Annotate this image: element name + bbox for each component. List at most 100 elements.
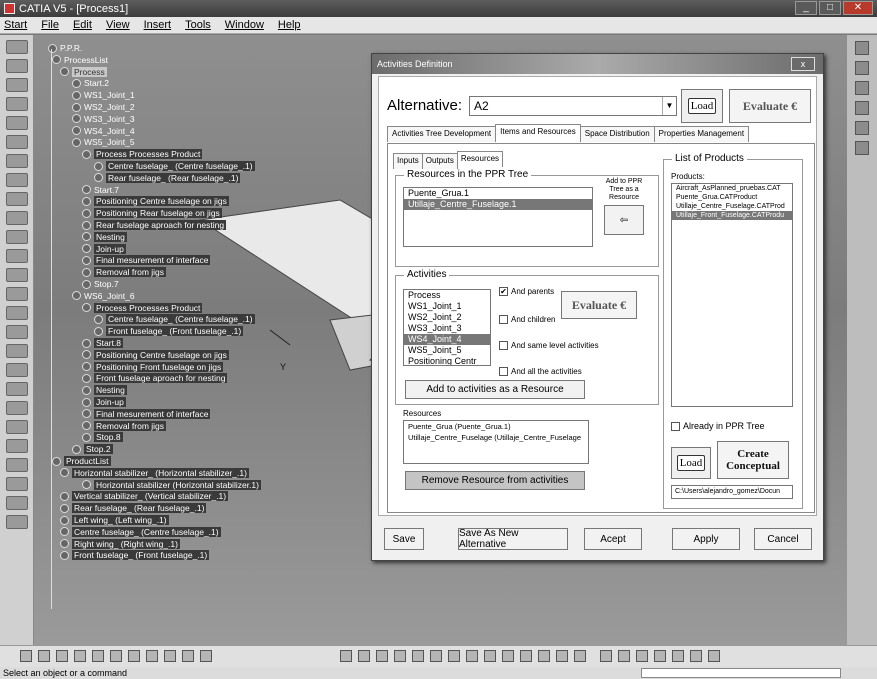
list-item[interactable]: Positioning Centr — [404, 356, 490, 365]
menu-edit[interactable]: Edit — [73, 19, 92, 31]
toolbar-icon[interactable] — [20, 650, 32, 662]
tool-icon[interactable] — [6, 477, 28, 491]
remove-resource-button[interactable]: Remove Resource from activities — [405, 471, 585, 490]
tool-icon[interactable] — [6, 154, 28, 168]
tool-icon[interactable] — [6, 439, 28, 453]
tree-node[interactable]: Front fuselage_ (Front fuselage_.1) — [94, 326, 244, 337]
tool-icon[interactable] — [6, 268, 28, 282]
tree-node[interactable]: WS5_Joint_5 — [72, 137, 135, 147]
and-same-level-checkbox[interactable]: And same level activities — [499, 341, 599, 350]
cancel-button[interactable]: Cancel — [754, 528, 812, 550]
add-to-ppr-button[interactable]: ⇦ — [604, 205, 644, 235]
load-product-button[interactable]: Load — [671, 447, 711, 479]
tree-node[interactable]: WS6_Joint_6 — [72, 291, 135, 301]
tree-node[interactable]: Nesting — [82, 385, 127, 396]
menu-window[interactable]: Window — [225, 19, 264, 31]
tool-icon[interactable] — [6, 59, 28, 73]
tab-space-distribution[interactable]: Space Distribution — [579, 126, 655, 142]
tree-node[interactable]: Start.7 — [82, 185, 119, 195]
tree-node[interactable]: Horizontal stabilizer_ (Horizontal stabi… — [60, 467, 249, 478]
tree-node[interactable]: Rear fuselage_ (Rear fuselage_.1) — [60, 503, 207, 514]
load-alternative-button[interactable]: Load — [681, 89, 723, 123]
toolbar-icon[interactable] — [56, 650, 68, 662]
tree-node[interactable]: Join-up — [82, 243, 126, 254]
tool-icon[interactable] — [6, 458, 28, 472]
tree-node[interactable]: Positioning Centre fuselage on jigs — [82, 196, 229, 207]
tool-icon[interactable] — [6, 306, 28, 320]
alternative-select[interactable]: A2 ▼ — [469, 96, 677, 116]
tool-icon[interactable] — [855, 81, 869, 95]
save-button[interactable]: Save — [384, 528, 424, 550]
tool-icon[interactable] — [855, 141, 869, 155]
tool-icon[interactable] — [6, 325, 28, 339]
tool-icon[interactable] — [855, 61, 869, 75]
menu-tools[interactable]: Tools — [185, 19, 211, 31]
tree-node[interactable]: Start.2 — [72, 78, 109, 88]
tool-icon[interactable] — [6, 230, 28, 244]
toolbar-icon[interactable] — [92, 650, 104, 662]
tool-icon[interactable] — [6, 173, 28, 187]
toolbar-icon[interactable] — [690, 650, 702, 662]
tool-icon[interactable] — [6, 135, 28, 149]
menu-insert[interactable]: Insert — [144, 19, 172, 31]
list-item[interactable]: Puente_Grua (Puente_Grua.1) — [404, 421, 588, 432]
list-item[interactable]: WS2_Joint_2 — [404, 312, 490, 323]
tree-node[interactable]: WS2_Joint_2 — [72, 102, 135, 112]
menu-start[interactable]: Start — [4, 19, 27, 31]
toolbar-icon[interactable] — [600, 650, 612, 662]
tool-icon[interactable] — [6, 344, 28, 358]
tree-node[interactable]: Removal from jigs — [82, 267, 167, 278]
tree-node[interactable]: Process Processes Product — [82, 149, 203, 160]
toolbar-icon[interactable] — [110, 650, 122, 662]
tree-node[interactable]: Stop.7 — [82, 279, 119, 289]
tree-node[interactable]: P.P.R. — [48, 43, 82, 53]
list-item[interactable]: Puente_Grua.1 — [404, 188, 592, 199]
tab-items-resources[interactable]: Items and Resources — [495, 124, 581, 140]
tab-inputs[interactable]: Inputs — [393, 153, 423, 169]
toolbar-icon[interactable] — [412, 650, 424, 662]
tree-node[interactable]: Centre fuselage_ (Centre fuselage_.1) — [60, 526, 221, 537]
tool-icon[interactable] — [6, 78, 28, 92]
tree-node[interactable]: Vertical stabilizer_ (Vertical stabilize… — [60, 491, 229, 502]
list-item[interactable]: WS1_Joint_1 — [404, 301, 490, 312]
menu-help[interactable]: Help — [278, 19, 301, 31]
tree-node[interactable]: Horizontal stabilizer (Horizontal stabil… — [82, 479, 261, 490]
tool-icon[interactable] — [6, 40, 28, 54]
toolbar-icon[interactable] — [74, 650, 86, 662]
list-item[interactable]: WS3_Joint_3 — [404, 323, 490, 334]
and-all-checkbox[interactable]: And all the activities — [499, 367, 582, 376]
tool-icon[interactable] — [855, 41, 869, 55]
toolbar-icon[interactable] — [358, 650, 370, 662]
add-to-activities-button[interactable]: Add to activities as a Resource — [405, 380, 585, 399]
tree-node[interactable]: WS4_Joint_4 — [72, 126, 135, 136]
tree-node[interactable]: WS1_Joint_1 — [72, 90, 135, 100]
toolbar-icon[interactable] — [538, 650, 550, 662]
tree-node[interactable]: Right wing_ (Right wing_.1) — [60, 538, 180, 549]
tool-icon[interactable] — [6, 363, 28, 377]
tab-activities-tree[interactable]: Activities Tree Development — [387, 126, 497, 142]
tree-node[interactable]: Rear fuselage_ (Rear fuselage_.1) — [94, 172, 241, 183]
accept-button[interactable]: Acept — [584, 528, 642, 550]
menu-view[interactable]: View — [106, 19, 130, 31]
evaluate-activities-button[interactable]: Evaluate € — [561, 291, 637, 319]
dialog-close-button[interactable]: x — [791, 57, 815, 71]
toolbar-icon[interactable] — [520, 650, 532, 662]
toolbar-icon[interactable] — [394, 650, 406, 662]
tree-node[interactable]: Positioning Rear fuselage on jigs — [82, 208, 222, 219]
tree-node[interactable]: Process Processes Product — [82, 302, 203, 313]
tree-node[interactable]: Rear fuselage aproach for nesting — [82, 220, 227, 230]
tree-node[interactable]: Start.8 — [82, 338, 124, 348]
tool-icon[interactable] — [6, 496, 28, 510]
list-item[interactable]: WS5_Joint_5 — [404, 345, 490, 356]
tree-node[interactable]: ProductList — [52, 456, 111, 466]
tool-icon[interactable] — [855, 121, 869, 135]
tree-node[interactable]: Nesting — [82, 231, 127, 242]
tool-icon[interactable] — [6, 382, 28, 396]
toolbar-icon[interactable] — [448, 650, 460, 662]
tree-node[interactable]: Final mesurement of interface — [82, 255, 211, 266]
tree-node[interactable]: WS3_Joint_3 — [72, 114, 135, 124]
toolbar-icon[interactable] — [340, 650, 352, 662]
list-item[interactable]: Process — [404, 290, 490, 301]
tree-node[interactable]: ProcessList — [52, 55, 108, 65]
toolbar-icon[interactable] — [376, 650, 388, 662]
